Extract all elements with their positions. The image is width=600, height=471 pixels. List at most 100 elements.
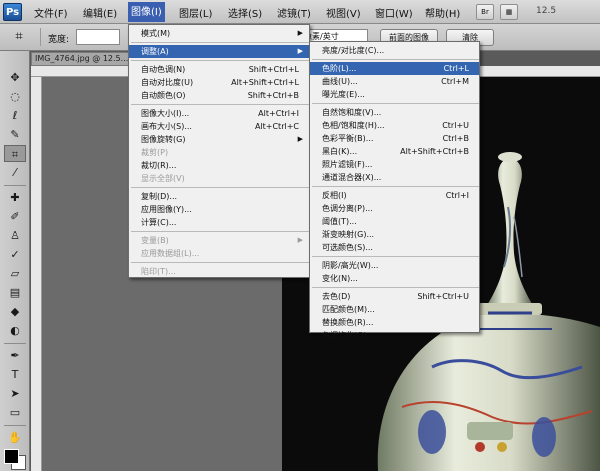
- history-brush-tool-icon[interactable]: ✓: [4, 246, 26, 263]
- adjust-menu-item[interactable]: 色彩平衡(B)... Ctrl+B: [310, 132, 479, 145]
- foreground-color-swatch[interactable]: [4, 449, 19, 464]
- image-menu-item[interactable]: 图像旋转(G) ▶: [129, 133, 309, 146]
- lasso-tool-icon[interactable]: ℓ: [4, 107, 26, 124]
- image-menu-item[interactable]: 显示全部(V): [129, 172, 309, 185]
- document-tab[interactable]: IMG_4764.jpg @ 12.5...: [31, 52, 131, 66]
- options-divider: [40, 28, 41, 46]
- adjust-menu-item-shortcut: Ctrl+M: [441, 77, 469, 86]
- adjust-menu-item[interactable]: 黑白(K)... Alt+Shift+Ctrl+B: [310, 145, 479, 158]
- adjust-menu-item[interactable]: 匹配颜色(M)...: [310, 303, 479, 316]
- blur-tool-icon[interactable]: ◆: [4, 303, 26, 320]
- crop-tool-preset-icon[interactable]: ⌗: [8, 28, 30, 46]
- menu-window[interactable]: 窗口(W): [372, 5, 416, 20]
- eraser-tool-icon[interactable]: ▱: [4, 265, 26, 282]
- pen-tool-icon[interactable]: ✒: [4, 347, 26, 364]
- crop-tool-icon[interactable]: ⌗: [4, 145, 26, 162]
- image-menu-item[interactable]: 自动颜色(O) Shift+Ctrl+B: [129, 89, 309, 102]
- adjust-menu-item[interactable]: 替换颜色(R)...: [310, 316, 479, 329]
- image-menu-item[interactable]: 陷印(T)...: [129, 265, 309, 278]
- image-menu-item[interactable]: 图像大小(I)... Alt+Ctrl+I: [129, 107, 309, 120]
- adjust-menu-item-label: 曲线(U)...: [322, 77, 358, 86]
- adjust-menu-item-label: 照片滤镜(F)...: [322, 160, 373, 169]
- zoom-level[interactable]: 12.5: [536, 6, 556, 16]
- image-menu-item[interactable]: 画布大小(S)... Alt+Ctrl+C: [129, 120, 309, 133]
- width-input[interactable]: [76, 29, 120, 45]
- adjust-menu-item[interactable]: 曲线(U)... Ctrl+M: [310, 75, 479, 88]
- image-menu-item-label: 应用图像(Y)...: [141, 205, 192, 214]
- marquee-tool-icon[interactable]: ◌: [4, 88, 26, 105]
- adjust-menu-item[interactable]: 自然饱和度(V)...: [310, 106, 479, 119]
- adjust-menu-item[interactable]: 变化(N)...: [310, 272, 479, 285]
- gradient-tool-icon[interactable]: ▤: [4, 284, 26, 301]
- bridge-icon[interactable]: Br: [476, 4, 494, 20]
- adjust-menu-item[interactable]: 亮度/对比度(C)...: [310, 44, 479, 57]
- adjust-menu-item[interactable]: 阴影/高光(W)...: [310, 259, 479, 272]
- view-extras-icon[interactable]: ▦: [500, 4, 518, 20]
- move-tool-icon[interactable]: ✥: [4, 69, 26, 86]
- menu-edit[interactable]: 编辑(E): [80, 5, 120, 20]
- adjust-menu-item[interactable]: 通道混合器(X)...: [310, 171, 479, 184]
- menu-separator: [131, 262, 309, 263]
- image-menu-item-label: 自动色调(N): [141, 65, 186, 74]
- type-tool-icon[interactable]: T: [4, 366, 26, 383]
- image-menu-item-label: 画布大小(S)...: [141, 122, 192, 131]
- image-menu-item[interactable]: 裁剪(P): [129, 146, 309, 159]
- image-menu-item-label: 自动颜色(O): [141, 91, 186, 100]
- menu-view[interactable]: 视图(V): [323, 5, 364, 20]
- adjust-menu-item[interactable]: 曝光度(E)...: [310, 88, 479, 101]
- brush-tool-icon[interactable]: ✐: [4, 208, 26, 225]
- clone-stamp-tool-icon[interactable]: ♙: [4, 227, 26, 244]
- quick-select-tool-icon[interactable]: ✎: [4, 126, 26, 143]
- image-menu: 模式(M) ▶ 调整(A) ▶ 自动色调(N) Shift+Ctrl+L 自动对比度(U) A…: [128, 24, 310, 278]
- menu-help[interactable]: 帮助(H): [422, 5, 463, 20]
- vertical-ruler[interactable]: [31, 77, 42, 471]
- image-menu-item[interactable]: 裁切(R)...: [129, 159, 309, 172]
- healing-brush-tool-icon[interactable]: ✚: [4, 189, 26, 206]
- menu-filter[interactable]: 滤镜(T): [274, 5, 314, 20]
- image-menu-item[interactable]: 应用图像(Y)...: [129, 203, 309, 216]
- image-menu-item[interactable]: 变量(B) ▶: [129, 234, 309, 247]
- image-menu-item[interactable]: 计算(C)...: [129, 216, 309, 229]
- adjust-submenu: 亮度/对比度(C)... 色阶(L)... Ctrl+L 曲线(U)... Ctrl+M…: [309, 41, 480, 340]
- adjust-menu-item[interactable]: 去色(D) Shift+Ctrl+U: [310, 290, 479, 303]
- image-menu-item[interactable]: 复制(D)...: [129, 190, 309, 203]
- adjust-menu-item[interactable]: 色阶(L)... Ctrl+L: [310, 62, 479, 75]
- adjust-menu-item[interactable]: 可选颜色(S)...: [310, 241, 479, 254]
- adjust-menu-item[interactable]: 反相(I) Ctrl+I: [310, 189, 479, 202]
- submenu-arrow-icon: ▶: [297, 236, 303, 244]
- image-menu-item-shortcut: Alt+Ctrl+I: [258, 109, 299, 118]
- image-menu-item-label: 自动对比度(U): [141, 78, 194, 87]
- menu-separator: [131, 231, 309, 232]
- menu-select[interactable]: 选择(S): [225, 5, 265, 20]
- dodge-tool-icon[interactable]: ◐: [4, 322, 26, 339]
- adjust-menu-item[interactable]: 色调均化(Q): [310, 329, 479, 342]
- eyedropper-tool-icon[interactable]: ⁄: [4, 164, 26, 181]
- image-menu-item-label: 图像旋转(G): [141, 135, 186, 144]
- menu-separator: [131, 42, 309, 43]
- path-selection-tool-icon[interactable]: ➤: [4, 385, 26, 402]
- adjust-menu-item[interactable]: 阈值(T)...: [310, 215, 479, 228]
- adjust-menu-item-label: 色相/饱和度(H)...: [322, 121, 385, 130]
- adjust-menu-item-label: 色阶(L)...: [322, 64, 357, 73]
- image-menu-item[interactable]: 调整(A) ▶: [129, 45, 309, 58]
- menu-layer[interactable]: 图层(L): [176, 5, 215, 20]
- image-menu-item-label: 变量(B): [141, 236, 169, 245]
- adjust-menu-item-label: 亮度/对比度(C)...: [322, 46, 385, 55]
- adjust-menu-item-label: 自然饱和度(V)...: [322, 108, 382, 117]
- shape-tool-icon[interactable]: ▭: [4, 404, 26, 421]
- image-menu-item-label: 应用数据组(L)...: [141, 249, 200, 258]
- image-menu-item[interactable]: 应用数据组(L)...: [129, 247, 309, 260]
- adjust-menu-item[interactable]: 色调分离(P)...: [310, 202, 479, 215]
- adjust-menu-item[interactable]: 渐变映射(G)...: [310, 228, 479, 241]
- image-menu-item[interactable]: 自动对比度(U) Alt+Shift+Ctrl+L: [129, 76, 309, 89]
- adjust-menu-item[interactable]: 照片滤镜(F)...: [310, 158, 479, 171]
- image-menu-item-label: 图像大小(I)...: [141, 109, 190, 118]
- image-menu-item[interactable]: 模式(M) ▶: [129, 27, 309, 40]
- menu-file[interactable]: 文件(F): [31, 5, 71, 20]
- menu-separator: [131, 104, 309, 105]
- photoshop-logo: Ps: [3, 3, 22, 21]
- hand-tool-icon[interactable]: ✋: [4, 429, 26, 446]
- adjust-menu-item[interactable]: 色相/饱和度(H)... Ctrl+U: [310, 119, 479, 132]
- image-menu-item[interactable]: 自动色调(N) Shift+Ctrl+L: [129, 63, 309, 76]
- menu-image[interactable]: 图像(I): [128, 2, 165, 22]
